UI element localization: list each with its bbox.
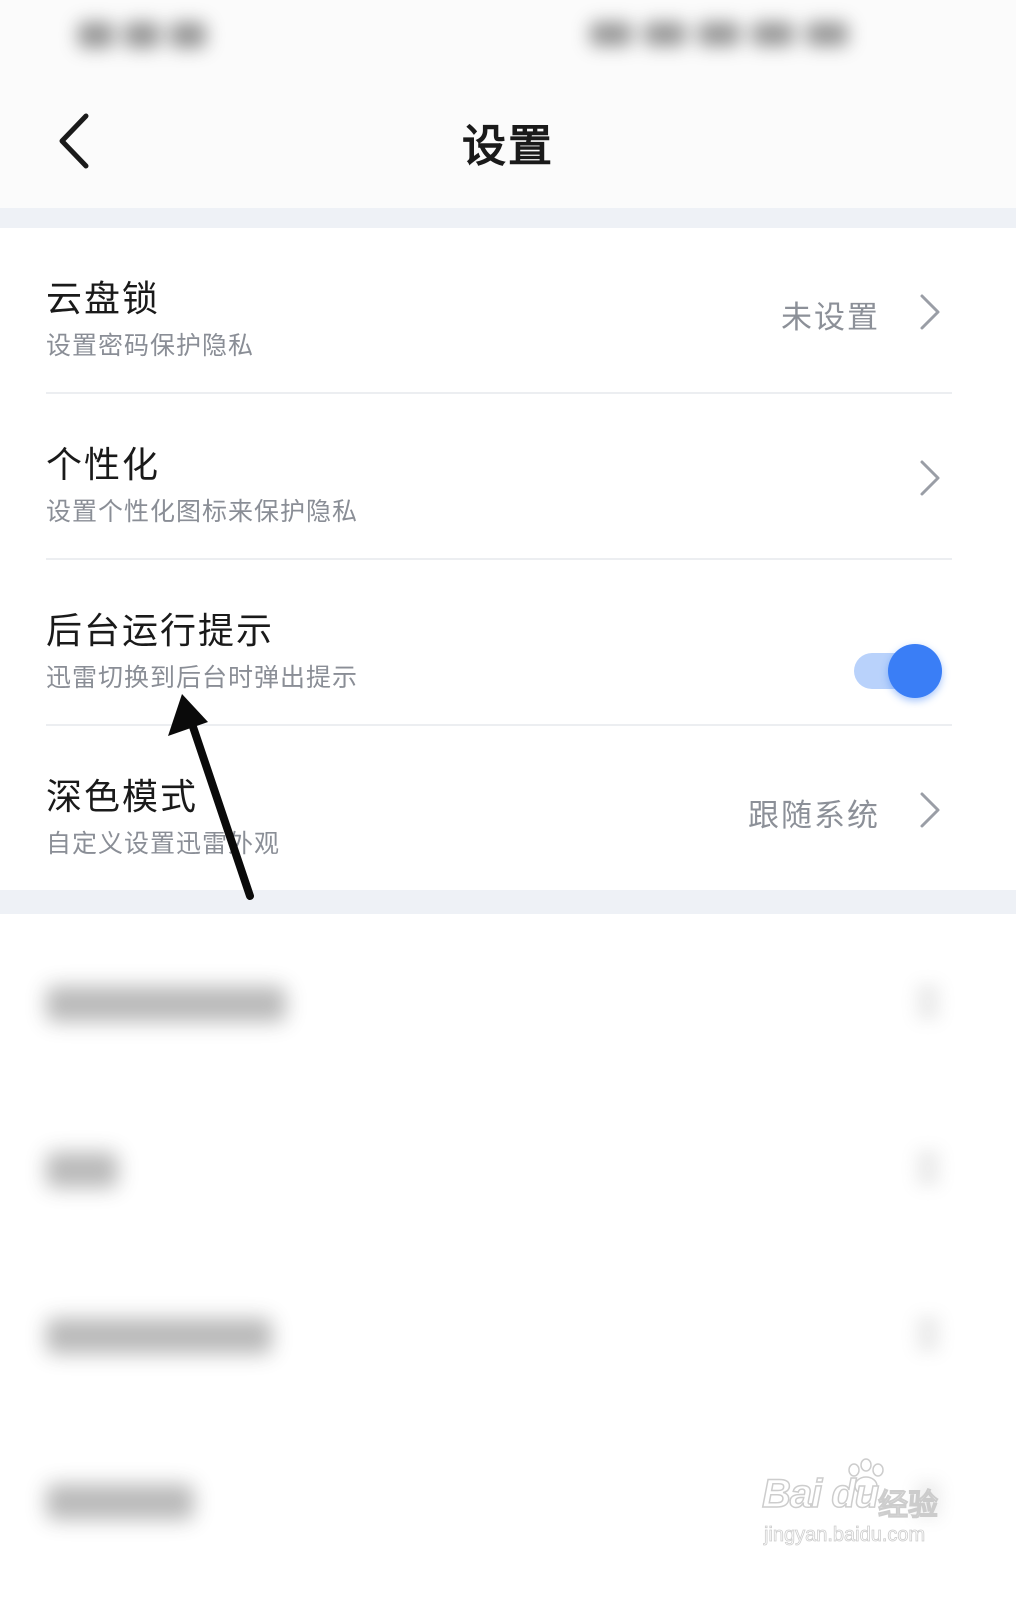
blurred-label bbox=[46, 1318, 272, 1354]
status-bar bbox=[0, 0, 1016, 80]
setting-subtitle: 设置密码保护隐私 bbox=[46, 331, 255, 360]
watermark-url: jingyan.baidu.com bbox=[764, 1524, 926, 1547]
setting-row-personalization[interactable]: 个性化 设置个性化图标来保护隐私 bbox=[0, 394, 1016, 560]
blurred-label bbox=[46, 1152, 118, 1188]
chevron-right-icon bbox=[920, 294, 940, 330]
setting-row-cloud-lock[interactable]: 云盘锁 设置密码保护隐私 未设置 bbox=[0, 228, 1016, 394]
chevron-right-icon bbox=[920, 460, 940, 496]
setting-row-background-prompt: 后台运行提示 迅雷切换到后台时弹出提示 bbox=[0, 560, 1016, 726]
setting-title: 云盘锁 bbox=[46, 279, 161, 320]
setting-row-dark-mode[interactable]: 深色模式 自定义设置迅雷外观 跟随系统 bbox=[0, 726, 1016, 892]
chevron-right-icon bbox=[920, 792, 940, 828]
status-bar-time-blurred bbox=[78, 22, 218, 52]
status-bar-indicators-blurred bbox=[590, 22, 920, 52]
setting-value: 未设置 bbox=[781, 300, 880, 336]
toggle-knob bbox=[888, 644, 942, 698]
section-divider bbox=[0, 208, 1016, 228]
blurred-setting-row[interactable] bbox=[0, 1246, 1016, 1412]
setting-subtitle: 迅雷切换到后台时弹出提示 bbox=[46, 663, 359, 692]
setting-title: 个性化 bbox=[46, 445, 161, 486]
settings-group: 云盘锁 设置密码保护隐私 未设置 个性化 设置个性化图标来保护隐私 后台运行提示… bbox=[0, 228, 1016, 890]
chevron-right-icon bbox=[916, 1316, 940, 1352]
watermark-cn: 经验 bbox=[878, 1488, 939, 1524]
blurred-label bbox=[46, 1484, 194, 1520]
header: 设置 bbox=[0, 80, 1016, 208]
setting-value: 跟随系统 bbox=[748, 798, 880, 834]
annotation-arrow-icon bbox=[168, 694, 254, 900]
page-title: 设置 bbox=[462, 121, 554, 172]
section-divider bbox=[0, 890, 1016, 914]
watermark-brand: Bai du bbox=[761, 1471, 880, 1517]
setting-subtitle: 设置个性化图标来保护隐私 bbox=[46, 497, 359, 526]
blurred-setting-row[interactable] bbox=[0, 1080, 1016, 1246]
chevron-right-icon bbox=[916, 984, 940, 1020]
blurred-label bbox=[46, 986, 286, 1022]
background-prompt-toggle[interactable] bbox=[854, 644, 944, 698]
setting-title: 后台运行提示 bbox=[46, 611, 275, 652]
baidu-jingyan-watermark: Bai du 经验 jingyan.baidu.com bbox=[761, 1458, 952, 1558]
blurred-setting-row[interactable] bbox=[0, 914, 1016, 1080]
chevron-right-icon bbox=[916, 1150, 940, 1186]
